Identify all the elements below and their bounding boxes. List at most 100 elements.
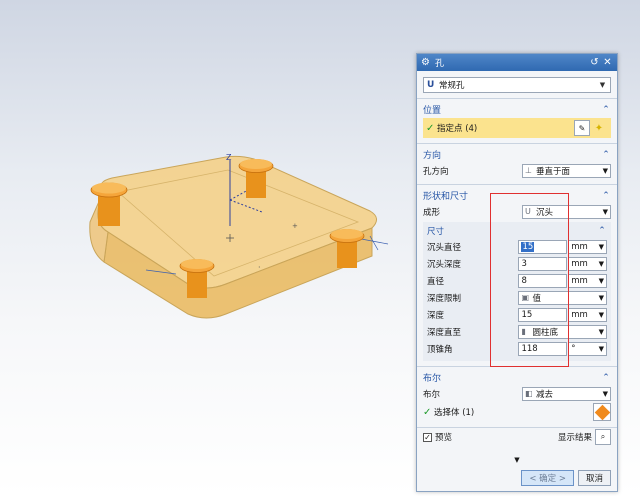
normal-to-face-icon: ⊥ — [525, 166, 532, 175]
depth-limit-dropdown[interactable]: ▣ 值 ▼ — [518, 290, 607, 305]
close-icon[interactable]: ✕ — [602, 57, 613, 68]
specify-point-label: 指定点 (4) — [437, 124, 478, 134]
select-body-button[interactable] — [593, 403, 611, 421]
dim-value: 8 — [521, 275, 527, 286]
dim-label: 顶锥角 — [427, 344, 453, 355]
position-header[interactable]: 位置 ⌃ — [423, 102, 611, 117]
collapse-icon[interactable]: ⌃ — [601, 105, 611, 115]
boolean-dropdown[interactable]: ◧ 减去 ▼ — [522, 386, 611, 401]
preview-label: 预览 — [435, 433, 453, 443]
chevron-down-icon: ▼ — [599, 81, 606, 89]
diameter-row: 直径 8 mm ▼ — [427, 272, 607, 289]
specify-point-row[interactable]: ✓ 指定点 (4) ✎ ✦ — [423, 118, 611, 138]
point-dialog-icon[interactable]: ✦ — [590, 123, 608, 134]
shape-title: 形状和尺寸 — [423, 192, 469, 202]
unit-dropdown[interactable]: mm ▼ — [568, 256, 607, 271]
dim-label: 沉头深度 — [427, 259, 462, 270]
position-section: 位置 ⌃ ✓ 指定点 (4) ✎ ✦ — [417, 99, 617, 144]
unit-dropdown[interactable]: mm ▼ — [568, 273, 607, 288]
counterbore-depth-row: 沉头深度 3 mm ▼ — [427, 255, 607, 272]
chevron-down-icon: ▼ — [598, 259, 604, 268]
depth-input[interactable]: 15 — [518, 307, 568, 322]
cancel-button[interactable]: 取消 — [577, 470, 611, 486]
hole-dialog: ⚙ 孔 ↺ ✕ U 常规孔 ▼ 位置 ⌃ ✓ 指定点 (4) ✎ ✦ 方向 ⌃ … — [416, 53, 618, 492]
position-title: 位置 — [423, 106, 442, 116]
preview-checkbox[interactable]: ✓ — [423, 432, 432, 442]
boolean-value: 减去 — [536, 389, 554, 400]
dim-value: 圆柱底 — [532, 327, 558, 338]
show-result-label: 显示结果 — [557, 433, 592, 443]
dim-value: 15 — [521, 309, 533, 320]
unit-dropdown[interactable]: mm ▼ — [568, 239, 607, 254]
hole-direction-label: 孔方向 — [423, 166, 449, 177]
hole-direction-dropdown[interactable]: ⊥ 垂直于面 ▼ — [522, 163, 611, 178]
select-body-row[interactable]: ✓ 选择体 (1) — [423, 402, 611, 422]
counterbore-diameter-row: 沉头直径 15 mm ▼ — [427, 238, 607, 255]
form-label: 成形 — [423, 207, 441, 218]
chevron-down-icon: ▼ — [598, 327, 604, 336]
tip-angle-input[interactable]: 118 — [518, 341, 568, 356]
direction-section: 方向 ⌃ 孔方向 ⊥ 垂直于面 ▼ — [417, 144, 617, 185]
unit-value: mm — [571, 258, 588, 269]
unit-dropdown[interactable]: ° ▼ — [568, 341, 607, 356]
shape-section: 形状和尺寸 ⌃ 成形 U 沉头 ▼ 尺寸 ⌃ 沉头直径 15 mm ▼ 沉头深度 — [417, 185, 617, 367]
hole-direction-value: 垂直于面 — [536, 166, 571, 177]
hole-type-icon: U — [427, 80, 435, 90]
boolean-header[interactable]: 布尔 ⌃ — [423, 370, 611, 385]
sketch-section-button[interactable]: ✎ — [574, 120, 590, 136]
magnifier-icon[interactable]: ⌕ — [595, 429, 611, 445]
chevron-down-icon: ▼ — [602, 166, 608, 175]
type-section: U 常规孔 ▼ — [417, 71, 617, 99]
hole-type-dropdown[interactable]: U 常规孔 ▼ — [423, 77, 611, 93]
check-icon: ✓ — [423, 406, 432, 418]
dim-label: 深度 — [427, 310, 445, 321]
hole-direction-row: 孔方向 ⊥ 垂直于面 ▼ — [423, 162, 611, 179]
dim-label: 深度直至 — [427, 327, 462, 338]
reset-icon[interactable]: ↺ — [589, 57, 600, 68]
shape-header[interactable]: 形状和尺寸 ⌃ — [423, 188, 611, 203]
unit-value: mm — [571, 309, 588, 320]
dim-value: 值 — [532, 293, 541, 304]
counterbore-icon: U — [525, 207, 531, 216]
counterbore-depth-input[interactable]: 3 — [518, 256, 568, 271]
dialog-title: 孔 — [434, 59, 444, 69]
direction-header[interactable]: 方向 ⌃ — [423, 147, 611, 162]
boolean-label: 布尔 — [423, 389, 441, 400]
diameter-input[interactable]: 8 — [518, 273, 568, 288]
depth-limit-row: 深度限制 ▣ 值 ▼ — [427, 289, 607, 306]
depth-row: 深度 15 mm ▼ — [427, 306, 607, 323]
svg-text:·: · — [258, 263, 261, 272]
select-body-label: 选择体 (1) — [434, 408, 475, 418]
collapse-icon[interactable]: ⌃ — [601, 150, 611, 160]
value-icon: ▣ — [521, 293, 530, 302]
dim-label: 直径 — [427, 276, 445, 287]
dialog-titlebar: ⚙ 孔 ↺ ✕ — [417, 54, 617, 71]
form-value: 沉头 — [536, 207, 554, 218]
dim-value: 3 — [521, 258, 527, 269]
dimensions-header[interactable]: 尺寸 ⌃ — [427, 224, 607, 238]
dialog-buttons: < 确定 > 取消 — [417, 470, 617, 486]
dim-value: 118 — [521, 343, 538, 354]
chevron-down-icon: ▼ — [602, 389, 608, 398]
form-row: 成形 U 沉头 ▼ — [423, 203, 611, 220]
gear-icon[interactable]: ⚙ — [421, 57, 430, 68]
collapse-icon[interactable]: ⌃ — [601, 373, 611, 383]
cylinder-bottom-icon: ▮ — [521, 327, 526, 336]
unit-dropdown[interactable]: mm ▼ — [568, 307, 607, 322]
check-icon: ✓ — [426, 122, 435, 134]
collapse-icon[interactable]: ⌃ — [601, 191, 611, 201]
svg-text:+: + — [292, 222, 298, 230]
ok-button[interactable]: < 确定 > — [521, 470, 574, 486]
form-dropdown[interactable]: U 沉头 ▼ — [522, 204, 611, 219]
counterbore-diameter-input[interactable]: 15 — [518, 239, 568, 254]
depth-to-dropdown[interactable]: ▮ 圆柱底 ▼ — [518, 324, 607, 339]
chevron-down-icon: ▼ — [598, 310, 604, 319]
collapse-icon[interactable]: ⌃ — [597, 226, 607, 236]
preview-row: ✓ 预览 显示结果 ⌕ — [417, 428, 617, 446]
expand-arrow-icon[interactable]: ▼ — [417, 456, 617, 464]
chevron-down-icon: ▼ — [598, 242, 604, 251]
unit-value: ° — [571, 343, 576, 354]
chevron-down-icon: ▼ — [598, 293, 604, 302]
dim-value: 15 — [521, 241, 535, 252]
chevron-down-icon: ▼ — [598, 344, 604, 353]
